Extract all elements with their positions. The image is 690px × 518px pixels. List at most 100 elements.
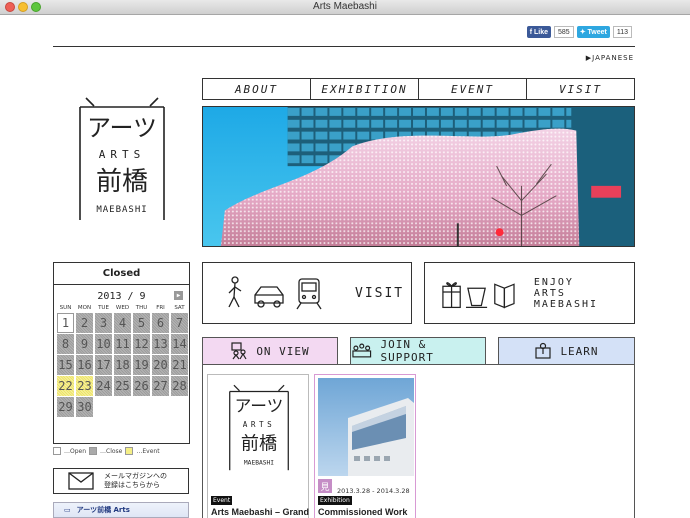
main-nav: ABOUT EXHIBITION EVENT VISIT <box>202 78 635 100</box>
calendar-day[interactable]: 2 <box>76 313 93 333</box>
card-logo-image: アーツ ARTS 前橋 MAEBASHI <box>229 384 289 471</box>
visit-button-label: VISIT <box>355 285 405 301</box>
card-title: Arts Maebashi – Grand <box>211 507 309 517</box>
tab-join-support[interactable]: JOIN & SUPPORT <box>350 337 486 365</box>
train-icon <box>296 278 322 310</box>
legend-open-swatch <box>53 447 61 455</box>
banner-label: アーツ前橋 Arts <box>76 506 130 514</box>
calendar-day[interactable]: 16 <box>76 355 93 375</box>
calendar-day[interactable]: 7 <box>171 313 188 333</box>
logo-kanji: 前橋 <box>96 167 148 197</box>
calendar-month: 2013 / 9 <box>97 290 146 302</box>
nav-about[interactable]: ABOUT <box>203 79 311 99</box>
calendar-day[interactable]: 11 <box>114 334 131 354</box>
window-title: Arts Maebashi <box>313 1 377 12</box>
weekday-label: SUN <box>59 305 72 311</box>
exhibition-photo <box>318 378 414 476</box>
tab-on-view[interactable]: ON VIEW <box>202 337 338 365</box>
calendar-day[interactable]: 1 <box>57 313 74 333</box>
calendar-day[interactable]: 21 <box>171 355 188 375</box>
calendar-day[interactable]: 26 <box>133 376 150 396</box>
walking-person-icon <box>228 276 242 308</box>
tweet-count: 113 <box>612 26 632 38</box>
tweet-button[interactable]: ✦ Tweet <box>576 26 610 38</box>
calendar-day[interactable]: 3 <box>95 313 112 333</box>
calendar-day[interactable]: 4 <box>114 313 131 333</box>
language-label: JAPANESE <box>592 54 634 62</box>
calendar-day[interactable]: 10 <box>95 334 112 354</box>
calendar-status: Closed <box>54 263 189 285</box>
logo-katakana: アーツ <box>87 114 157 142</box>
newsletter-line1: メールマガジンへの <box>104 472 167 480</box>
calendar-day[interactable]: 19 <box>133 355 150 375</box>
weekday-label: FRI <box>156 305 165 311</box>
like-label: Like <box>533 28 548 36</box>
window-titlebar: Arts Maebashi <box>0 0 690 15</box>
calendar-day[interactable]: 20 <box>152 355 169 375</box>
logo-arts: ARTS <box>99 148 146 161</box>
calendar-day[interactable]: 25 <box>114 376 131 396</box>
tab-learn-label: LEARN <box>560 344 599 358</box>
calendar-day[interactable]: 12 <box>133 334 150 354</box>
tab-learn[interactable]: LEARN <box>498 337 635 365</box>
tab-on-view-label: ON VIEW <box>256 344 310 358</box>
exhibition-mi-badge: 見 <box>318 479 332 493</box>
visit-button[interactable]: VISIT <box>202 262 412 324</box>
legend-close-label: …Close <box>100 447 123 455</box>
card-logo-katakana: アーツ <box>235 396 284 416</box>
weekday-label: MON <box>77 305 92 311</box>
legend-close-swatch <box>89 447 98 455</box>
learning-icon <box>535 342 552 359</box>
exhibition-date: 2013.3.28 - 2014.3.28 <box>337 487 410 495</box>
calendar-day[interactable]: 18 <box>114 355 131 375</box>
nav-event[interactable]: EVENT <box>419 79 527 99</box>
newsletter-text: メールマガジンへの 登録はこちらから <box>104 472 167 490</box>
calendar-widget: Closed 2013 / 9 ▶ SUN MON TUE WED THU FRI SAT … <box>53 262 190 444</box>
card-logo-arts: ARTS <box>243 420 275 429</box>
header-rule <box>53 46 635 47</box>
card-title: Commissioned Work <box>318 507 408 517</box>
car-icon <box>254 286 284 308</box>
hero-building-image <box>202 106 635 247</box>
calendar-day[interactable]: 8 <box>57 334 74 354</box>
coffee-cup-icon <box>465 287 488 309</box>
calendar-day[interactable]: 28 <box>171 376 188 396</box>
enjoy-label-line2: ARTS MAEBASHI <box>533 287 599 310</box>
calendar-weekdays: SUN MON TUE WED THU FRI SAT <box>56 305 189 311</box>
calendar-day[interactable]: 22 <box>57 376 74 396</box>
calendar-month-header: 2013 / 9 ▶ <box>54 288 189 304</box>
calendar-day[interactable]: 14 <box>171 334 188 354</box>
exhibition-card[interactable]: 見 2013.3.28 - 2014.3.28 Exhibition Commi… <box>314 374 416 518</box>
japanese-language-link[interactable]: ▶JAPANESE <box>586 54 634 62</box>
twitter-bird-icon: ✦ <box>579 29 588 36</box>
weekday-label: WED <box>115 305 130 311</box>
next-month-icon[interactable]: ▶ <box>174 291 183 300</box>
calendar-day[interactable]: 15 <box>57 355 74 375</box>
calendar-day[interactable]: 13 <box>152 334 169 354</box>
weekday-label: SAT <box>174 305 185 311</box>
newsletter-signup-button[interactable]: メールマガジンへの 登録はこちらから <box>53 468 189 494</box>
calendar-day[interactable]: 29 <box>57 397 74 417</box>
arts-maebashi-logo[interactable]: アーツ ARTS 前橋 MAEBASHI <box>72 92 172 224</box>
calendar-day[interactable]: 24 <box>95 376 112 396</box>
calendar-day[interactable]: 27 <box>152 376 169 396</box>
calendar-day[interactable]: 9 <box>76 334 93 354</box>
event-card[interactable]: アーツ ARTS 前橋 MAEBASHI Event Arts Maebashi… <box>207 374 309 518</box>
calendar-day[interactable]: 17 <box>95 355 112 375</box>
calendar-day[interactable]: 5 <box>133 313 150 333</box>
nav-visit[interactable]: VISIT <box>527 79 634 99</box>
enjoy-label: ENJOY ARTS MAEBASHI <box>534 277 634 310</box>
arts-maebashi-banner[interactable]: ▭ アーツ前橋 Arts <box>53 502 189 518</box>
facebook-like-button[interactable]: f Like <box>526 26 551 38</box>
calendar-day[interactable]: 23 <box>76 376 93 396</box>
newsletter-line2: 登録はこちらから <box>104 481 160 489</box>
envelope-icon <box>68 472 94 490</box>
like-count: 585 <box>554 26 574 38</box>
calendar-day[interactable]: 30 <box>76 397 93 417</box>
nav-exhibition[interactable]: EXHIBITION <box>311 79 419 99</box>
card-tag: Event <box>211 496 233 505</box>
calendar-day[interactable]: 6 <box>152 313 169 333</box>
group-people-icon <box>352 343 372 358</box>
enjoy-arts-maebashi-button[interactable]: ENJOY ARTS MAEBASHI <box>424 262 635 324</box>
card-logo-maebashi: MAEBASHI <box>244 460 274 467</box>
